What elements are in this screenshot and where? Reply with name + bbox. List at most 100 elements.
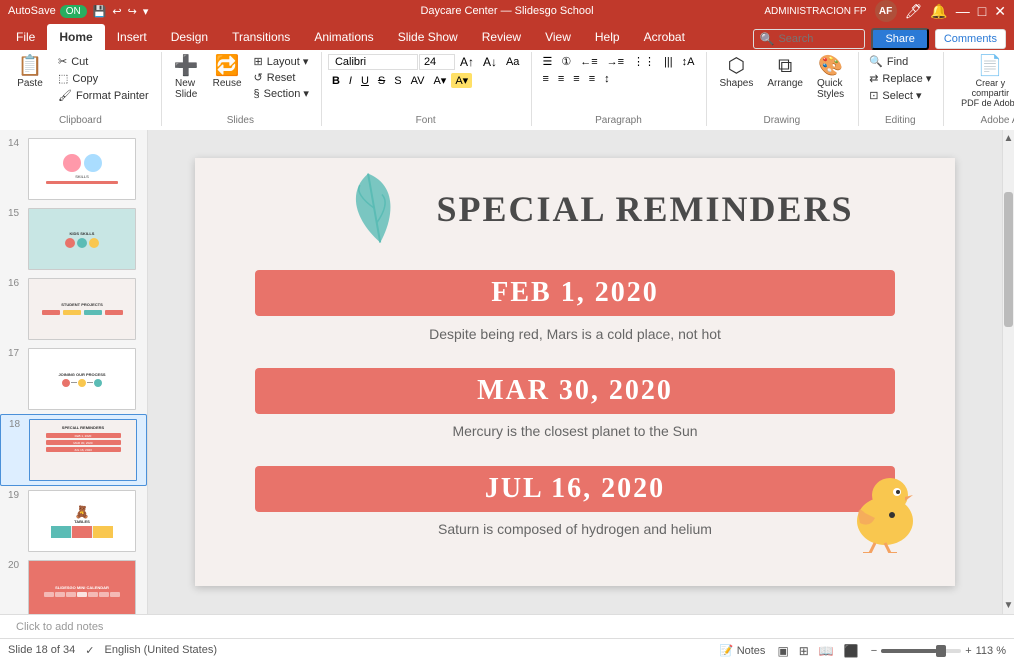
paste-button[interactable]: 📋 Paste — [8, 54, 52, 91]
spacing-button[interactable]: AV — [407, 74, 429, 88]
select-icon: ⊡ — [869, 89, 878, 102]
increase-indent-button[interactable]: →≡ — [603, 55, 628, 69]
right-scrollbar[interactable]: ▲ ▼ — [1002, 130, 1014, 614]
replace-button[interactable]: ⇄ Replace ▾ — [865, 71, 935, 86]
comments-button[interactable]: Comments — [935, 29, 1006, 49]
columns-button[interactable]: ||| — [660, 55, 677, 69]
align-center-button[interactable]: ≡ — [554, 72, 568, 86]
tab-view[interactable]: View — [533, 24, 583, 50]
date-text-1: FEB 1, 2020 — [491, 277, 658, 309]
tab-acrobat[interactable]: Acrobat — [632, 24, 697, 50]
create-pdf-button[interactable]: 📄 Crear y compartirPDF de Adobe — [950, 54, 1014, 110]
section-button[interactable]: § Section ▾ — [250, 86, 313, 101]
underline-button[interactable]: U — [357, 74, 373, 88]
justify-button[interactable]: ≡ — [585, 72, 599, 86]
notes-bar[interactable]: Click to add notes — [0, 614, 1014, 638]
reuse-button[interactable]: 🔁 Reuse — [207, 54, 248, 91]
autosave-toggle[interactable]: ON — [60, 5, 87, 18]
slide-thumb-17[interactable]: 17 JOINING OUR PROCESS — [0, 344, 147, 414]
tab-help[interactable]: Help — [583, 24, 632, 50]
maximize-btn[interactable]: □ — [978, 3, 986, 19]
font-name-selector[interactable]: Calibri — [328, 54, 418, 70]
find-button[interactable]: 🔍 Find — [865, 54, 912, 69]
reset-button[interactable]: ↺ Reset — [250, 70, 313, 85]
tab-review[interactable]: Review — [470, 24, 533, 50]
slide-thumb-15[interactable]: 15 KIDS SKILLS — [0, 204, 147, 274]
save-icon[interactable]: 💾 — [93, 5, 107, 18]
tab-home[interactable]: Home — [47, 24, 104, 50]
redo-icon[interactable]: ↪ — [128, 5, 137, 18]
slide-thumb-14[interactable]: 14 SKILLS — [0, 134, 147, 204]
shapes-button[interactable]: ⬡ Shapes — [713, 54, 759, 91]
decrease-indent-button[interactable]: ←≡ — [576, 55, 601, 69]
slide-thumb-16[interactable]: 16 STUDENT PROJECTS — [0, 274, 147, 344]
customize-icon[interactable]: ▾ — [143, 5, 149, 18]
slide-canvas[interactable]: SPECIAL REMINDERS FEB 1, 2020 Despite be… — [195, 158, 955, 586]
search-input[interactable] — [778, 33, 858, 45]
tab-file[interactable]: File — [4, 24, 47, 50]
ribbon-group-font: Calibri 24 A↑ A↓ Aa B I U S S AV A▾ A▾ F… — [324, 52, 533, 126]
brush-icon[interactable]: 🖊 — [905, 3, 923, 20]
increase-font-btn[interactable]: A↑ — [456, 54, 478, 70]
select-button[interactable]: ⊡ Select ▾ — [865, 88, 925, 103]
tab-animations[interactable]: Animations — [302, 24, 385, 50]
zoom-slider[interactable] — [881, 649, 961, 653]
slide-panel[interactable]: 14 SKILLS 15 KIDS SKILLS — [0, 130, 148, 614]
tab-transitions[interactable]: Transitions — [220, 24, 302, 50]
decrease-font-btn[interactable]: A↓ — [479, 54, 501, 70]
new-slide-button[interactable]: ➕ NewSlide — [168, 54, 205, 102]
align-left-button[interactable]: ≡ — [538, 72, 552, 86]
zoom-out-btn[interactable]: − — [871, 645, 877, 657]
smart-art-button[interactable]: ⋮⋮ — [629, 54, 659, 69]
zoom-in-btn[interactable]: + — [965, 645, 971, 657]
tab-slideshow[interactable]: Slide Show — [386, 24, 470, 50]
align-right-button[interactable]: ≡ — [569, 72, 583, 86]
strikethrough-button[interactable]: S — [374, 74, 389, 88]
notes-btn[interactable]: 📝 Notes — [720, 644, 766, 657]
view-normal-btn[interactable]: ▣ — [773, 643, 792, 659]
line-spacing-button[interactable]: ↕ — [600, 72, 614, 86]
replace-icon: ⇄ — [869, 72, 878, 85]
quick-styles-button[interactable]: 🎨 QuickStyles — [811, 54, 850, 102]
user-avatar[interactable]: AF — [875, 0, 897, 22]
reset-icon: ↺ — [254, 71, 263, 84]
scroll-down-arrow[interactable]: ▼ — [1001, 597, 1014, 614]
undo-icon[interactable]: ↩ — [112, 5, 121, 18]
minimize-btn[interactable]: — — [956, 3, 970, 19]
tab-insert[interactable]: Insert — [105, 24, 159, 50]
numbers-button[interactable]: ① — [557, 54, 575, 69]
slide-thumb-18[interactable]: 18 SPECIAL REMINDERS FEB 1, 2020 MAR 30,… — [0, 414, 147, 486]
share-icon[interactable]: 🔔 — [930, 3, 947, 20]
cut-button[interactable]: ✂ Cut — [54, 54, 153, 69]
new-slide-label: NewSlide — [175, 78, 197, 100]
close-btn[interactable]: ✕ — [994, 3, 1006, 20]
italic-button[interactable]: I — [345, 74, 356, 88]
zoom-thumb[interactable] — [936, 645, 946, 657]
clear-format-btn[interactable]: Aa — [502, 55, 523, 69]
font-color-button[interactable]: A▾ — [429, 73, 450, 88]
highlight-button[interactable]: A▾ — [451, 73, 472, 88]
new-slide-icon: ➕ — [174, 56, 199, 76]
tab-design[interactable]: Design — [159, 24, 220, 50]
share-button[interactable]: Share — [871, 28, 928, 50]
slide-thumb-20[interactable]: 20 SLIDESGO MINI CALENDAR — [0, 556, 147, 614]
search-box[interactable]: 🔍 — [753, 29, 866, 49]
font-size-selector[interactable]: 24 — [419, 54, 455, 70]
shadow-button[interactable]: S — [390, 74, 405, 88]
direction-button[interactable]: ↕A — [678, 55, 699, 69]
slide-preview-18: SPECIAL REMINDERS FEB 1, 2020 MAR 30, 20… — [29, 419, 137, 481]
layout-button[interactable]: ⊞ Layout ▾ — [250, 54, 313, 69]
autosave-area: AutoSave ON — [8, 5, 87, 18]
scroll-thumb[interactable] — [1004, 192, 1013, 327]
format-painter-button[interactable]: 🖌 Format Painter — [54, 88, 153, 103]
copy-button[interactable]: ⬚ Copy — [54, 71, 153, 86]
view-sorter-btn[interactable]: ⊞ — [795, 643, 813, 659]
slide-thumb-19[interactable]: 19 🧸 TABLES — [0, 486, 147, 556]
view-present-btn[interactable]: ⬛ — [840, 643, 863, 659]
bold-button[interactable]: B — [328, 74, 344, 88]
arrange-button[interactable]: ⧉ Arrange — [761, 54, 809, 91]
slides-label: Slides — [168, 113, 313, 126]
bullets-button[interactable]: ☰ — [538, 54, 556, 69]
scroll-up-arrow[interactable]: ▲ — [1001, 130, 1014, 147]
view-reading-btn[interactable]: 📖 — [815, 643, 838, 659]
